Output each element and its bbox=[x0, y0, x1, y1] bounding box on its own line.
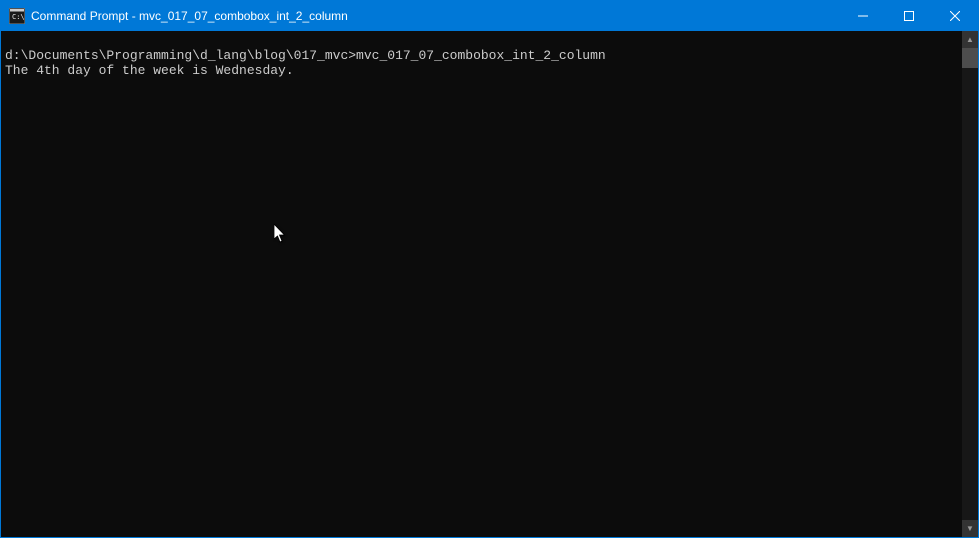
chevron-up-icon: ▲ bbox=[966, 35, 974, 44]
close-icon bbox=[950, 11, 960, 21]
maximize-icon bbox=[904, 11, 914, 21]
scrollbar-up-button[interactable]: ▲ bbox=[962, 31, 978, 48]
svg-text:C:\: C:\ bbox=[12, 13, 25, 21]
vertical-scrollbar[interactable]: ▲ ▼ bbox=[962, 31, 978, 537]
close-button[interactable] bbox=[932, 1, 978, 31]
scrollbar-down-button[interactable]: ▼ bbox=[962, 520, 978, 537]
cmd-icon: C:\ bbox=[9, 8, 25, 24]
minimize-icon bbox=[858, 11, 868, 21]
scrollbar-thumb[interactable] bbox=[962, 48, 978, 68]
terminal-line: d:\Documents\Programming\d_lang\blog\017… bbox=[5, 48, 606, 63]
titlebar[interactable]: C:\ Command Prompt - mvc_017_07_combobox… bbox=[1, 1, 978, 31]
content-area: d:\Documents\Programming\d_lang\blog\017… bbox=[1, 31, 978, 537]
window-title: Command Prompt - mvc_017_07_combobox_int… bbox=[31, 9, 840, 23]
window-controls bbox=[840, 1, 978, 31]
terminal-line: The 4th day of the week is Wednesday. bbox=[5, 63, 294, 78]
chevron-down-icon: ▼ bbox=[966, 524, 974, 533]
maximize-button[interactable] bbox=[886, 1, 932, 31]
minimize-button[interactable] bbox=[840, 1, 886, 31]
terminal-output[interactable]: d:\Documents\Programming\d_lang\blog\017… bbox=[1, 31, 962, 537]
command-prompt-window: C:\ Command Prompt - mvc_017_07_combobox… bbox=[0, 0, 979, 538]
